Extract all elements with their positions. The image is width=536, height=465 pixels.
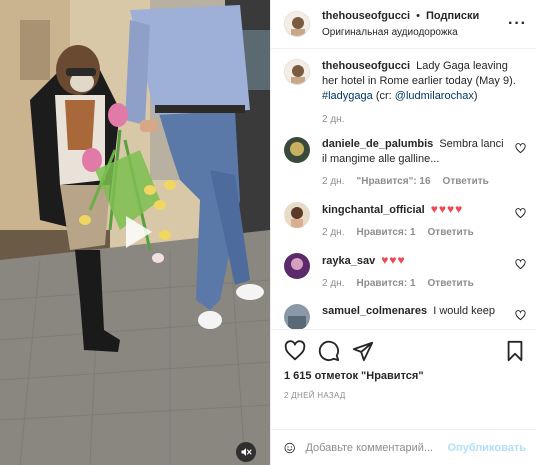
video-player[interactable] xyxy=(0,0,270,465)
comment-item: rayka_sav ♥♥♥ 2 дн. Нравится: 1 Ответить xyxy=(284,253,526,289)
comment-text: ♥♥♥ xyxy=(381,253,406,267)
heart-icon[interactable] xyxy=(515,310,526,321)
caption-avatar[interactable] xyxy=(284,59,310,85)
likes-count[interactable]: 1 615 отметок "Нравится" xyxy=(284,370,526,382)
post-sidebar: thehouseofgucci • Подписки Оригинальная … xyxy=(270,0,536,465)
action-bar: 1 615 отметок "Нравится" 2 ДНЕЙ НАЗАД xyxy=(271,329,536,429)
heart-icon[interactable] xyxy=(515,143,526,154)
heart-icon[interactable] xyxy=(515,259,526,270)
comment-likes[interactable]: Нравится: 1 xyxy=(356,227,415,238)
heart-icon[interactable] xyxy=(515,208,526,219)
commenter-avatar[interactable] xyxy=(284,202,310,228)
comment-time[interactable]: 2 дн. xyxy=(322,278,344,289)
reply-button[interactable]: Ответить xyxy=(428,227,474,238)
comment-username[interactable]: kingchantal_official xyxy=(322,204,425,216)
comment-input[interactable] xyxy=(305,441,448,454)
mention-link[interactable]: @ludmilarochax xyxy=(395,90,474,102)
more-options-icon[interactable]: ··· xyxy=(508,15,526,33)
commenter-avatar[interactable] xyxy=(284,253,310,279)
heart-icon[interactable] xyxy=(284,340,306,362)
smiley-icon[interactable] xyxy=(284,437,295,459)
speaker-muted-icon xyxy=(241,448,252,456)
credit-prefix: (cr: xyxy=(375,90,392,102)
author-avatar-image xyxy=(285,12,309,36)
publish-button[interactable]: Опубликовать xyxy=(447,442,526,454)
comment-text: ♥♥♥♥ xyxy=(430,202,464,216)
author-username[interactable]: thehouseofgucci xyxy=(322,10,410,22)
comment-time[interactable]: 2 дн. xyxy=(322,176,344,187)
author-avatar[interactable] xyxy=(284,11,310,37)
comment-likes[interactable]: Нравится: 1 xyxy=(356,278,415,289)
play-icon xyxy=(126,216,152,248)
paper-plane-icon[interactable] xyxy=(352,340,374,362)
comment-composer: Опубликовать xyxy=(271,429,536,465)
reply-button[interactable]: Ответить xyxy=(443,176,489,187)
comment-time[interactable]: 2 дн. xyxy=(322,227,344,238)
separator-dot: • xyxy=(416,9,420,22)
caption-time[interactable]: 2 дн. xyxy=(322,114,344,125)
commenter-avatar[interactable] xyxy=(284,137,310,163)
bookmark-icon[interactable] xyxy=(504,340,526,362)
reply-button[interactable]: Ответить xyxy=(428,278,474,289)
comment-username[interactable]: samuel_colmenares xyxy=(322,305,427,317)
comment-item: samuel_colmenares I would keep xyxy=(284,304,526,329)
original-audio-link[interactable]: Оригинальная аудиодорожка xyxy=(322,25,508,40)
mute-button[interactable] xyxy=(236,442,256,462)
comment-item: kingchantal_official ♥♥♥♥ 2 дн. Нравится… xyxy=(284,202,526,238)
play-button[interactable] xyxy=(112,208,160,256)
commenter-avatar[interactable] xyxy=(284,304,310,329)
caption-username[interactable]: thehouseofgucci xyxy=(322,60,410,72)
caption: thehouseofgucci Lady Gaga leaving her ho… xyxy=(284,59,526,125)
credit-suffix: ) xyxy=(473,90,478,102)
post-header: thehouseofgucci • Подписки Оригинальная … xyxy=(271,0,536,49)
comment-username[interactable]: rayka_sav xyxy=(322,255,375,267)
hashtag-link[interactable]: #ladygaga xyxy=(322,90,373,102)
comment-likes[interactable]: "Нравится": 16 xyxy=(356,176,430,187)
following-button[interactable]: Подписки xyxy=(426,10,479,22)
comment-text: I would keep xyxy=(433,305,495,317)
comment-icon[interactable] xyxy=(318,340,340,362)
comment-username[interactable]: daniele_de_palumbis xyxy=(322,138,433,150)
comments-list[interactable]: thehouseofgucci Lady Gaga leaving her ho… xyxy=(271,49,536,329)
post-date[interactable]: 2 ДНЕЙ НАЗАД xyxy=(284,391,526,400)
post-modal: thehouseofgucci • Подписки Оригинальная … xyxy=(0,0,536,465)
comment-item: daniele_de_palumbis Sembra lanci il mang… xyxy=(284,137,526,187)
